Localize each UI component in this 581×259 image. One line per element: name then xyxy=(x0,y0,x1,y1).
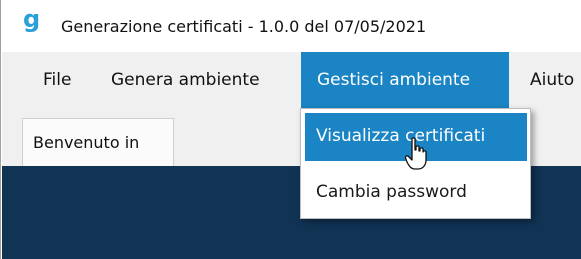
app-logo-icon: g xyxy=(23,5,41,33)
menu-genera-ambiente[interactable]: Genera ambiente xyxy=(97,52,297,108)
window-title: Generazione certificati - 1.0.0 del 07/0… xyxy=(61,17,427,36)
menu-file-label: File xyxy=(43,70,72,90)
menu-aiuto[interactable]: Aiuto xyxy=(509,52,581,108)
app-window: g Generazione certificati - 1.0.0 del 07… xyxy=(0,0,581,259)
menu-item-visualizza-certificati-label: Visualizza certificati xyxy=(316,126,486,146)
menu-aiuto-label: Aiuto xyxy=(530,70,575,90)
tab-benvenuto[interactable]: Benvenuto in xyxy=(22,118,174,166)
menu-file[interactable]: File xyxy=(23,52,71,108)
tab-benvenuto-label: Benvenuto in xyxy=(33,133,140,152)
menu-genera-ambiente-label: Genera ambiente xyxy=(111,70,260,90)
menu-item-cambia-password-label: Cambia password xyxy=(316,182,467,202)
menu-gestisci-ambiente-label: Gestisci ambiente xyxy=(317,70,471,90)
menu-bar: File Genera ambiente Gestisci ambiente A… xyxy=(2,52,581,108)
title-bar[interactable]: g Generazione certificati - 1.0.0 del 07… xyxy=(2,0,581,52)
menu-item-cambia-password[interactable]: Cambia password xyxy=(305,169,527,217)
menu-gestisci-ambiente[interactable]: Gestisci ambiente xyxy=(301,52,509,108)
hand-pointer-cursor-icon xyxy=(405,137,427,170)
